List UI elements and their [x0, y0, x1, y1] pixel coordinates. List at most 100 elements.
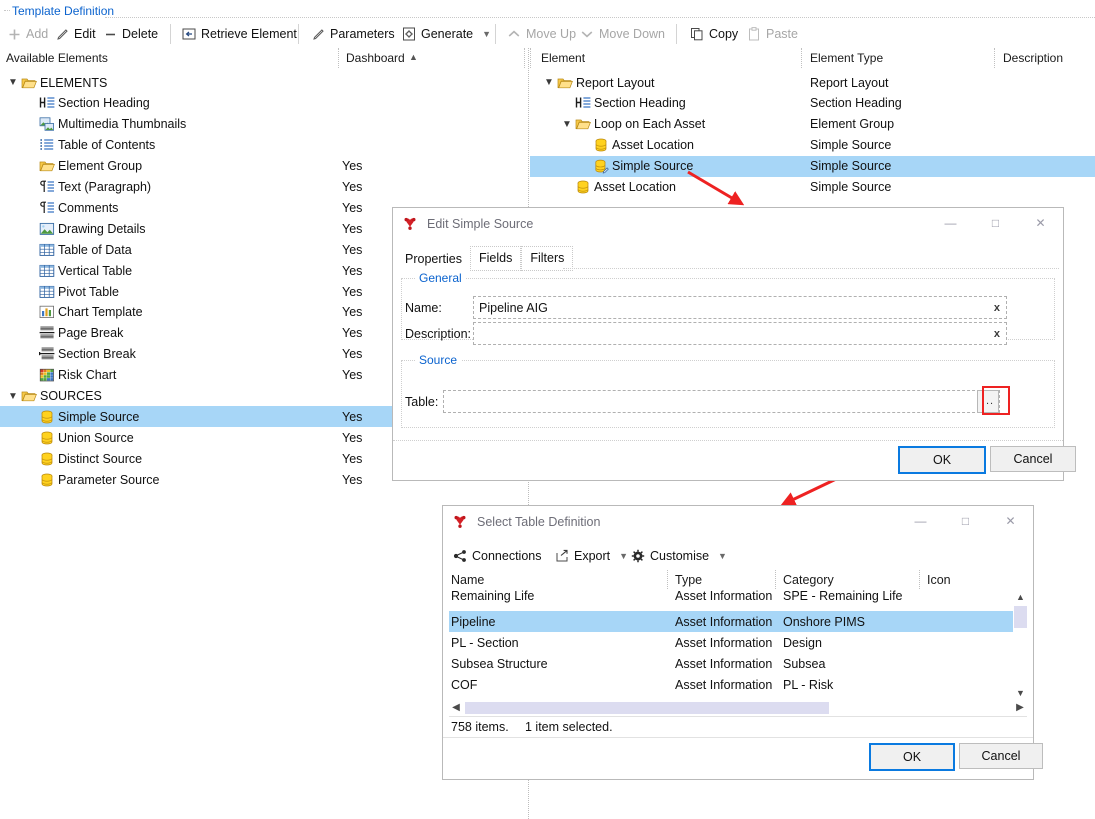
toolbar-parameters-button[interactable]: Parameters	[310, 22, 397, 46]
element-row[interactable]: ▼ Loop on Each Asset Element Group	[530, 114, 1095, 135]
list-item-selected[interactable]: Pipeline Asset Information Onshore PIMS	[449, 611, 1013, 632]
chevron-down-icon[interactable]: ▼	[6, 77, 20, 88]
toolbar-generate-button[interactable]: Generate ▼	[400, 22, 493, 46]
element-row-label: Asset Location	[594, 180, 676, 194]
select-dialog-titlebar[interactable]: Select Table Definition — □ ✕	[443, 506, 1033, 538]
right-col-header-description[interactable]: Description	[1003, 51, 1063, 65]
element-row[interactable]: ▼ Report Layout Report Layout	[530, 72, 1095, 93]
plus-icon	[8, 28, 21, 41]
heading-icon	[38, 95, 56, 111]
tree-row[interactable]: Element Group Yes	[0, 156, 524, 177]
toolbar-edit-button[interactable]: Edit	[54, 22, 98, 46]
chevron-down-icon[interactable]: ▼	[718, 551, 727, 561]
tree-row[interactable]: ▼ ELEMENTS	[0, 72, 524, 93]
table-field-label: Table:	[405, 395, 439, 409]
customise-button[interactable]: Customise ▼	[629, 544, 729, 568]
list-item[interactable]: PL - Section Asset Information Design	[449, 632, 1013, 653]
element-row-type: Simple Source	[810, 180, 892, 194]
scroll-left-icon[interactable]: ◀	[449, 702, 463, 713]
tab-fields[interactable]: Fields	[469, 246, 522, 271]
list-item-type: Asset Information	[675, 614, 773, 629]
select-dialog-ok-button[interactable]: OK	[869, 743, 955, 771]
element-row[interactable]: Asset Location Simple Source	[530, 135, 1095, 156]
export-button[interactable]: Export ▼	[553, 544, 630, 568]
left-col-header-dashboard[interactable]: Dashboard	[346, 51, 405, 65]
right-col-separator-0	[530, 48, 532, 68]
tree-row-label: Multimedia Thumbnails	[58, 117, 187, 132]
minimize-icon[interactable]: —	[928, 208, 973, 238]
element-row[interactable]: Section Heading Section Heading	[530, 93, 1095, 114]
element-row-type: Report Layout	[810, 75, 889, 90]
toolbar-add-button[interactable]: Add	[6, 22, 50, 46]
edit-dialog-cancel-button[interactable]: Cancel	[990, 446, 1076, 472]
maximize-icon[interactable]: □	[973, 208, 1018, 238]
app-logo-icon	[453, 514, 469, 530]
chevron-down-icon[interactable]: ▼	[560, 119, 574, 130]
name-field[interactable]: Pipeline AIG x	[473, 296, 1007, 319]
list-item[interactable]: Subsea Structure Asset Information Subsea	[449, 653, 1013, 674]
chevron-down-icon[interactable]: ▼	[6, 391, 20, 402]
chevron-down-icon	[580, 27, 594, 41]
tree-row[interactable]: Table of Contents	[0, 135, 524, 156]
maximize-icon[interactable]: □	[943, 506, 988, 536]
list-item-name: PL - Section	[451, 635, 519, 650]
horizontal-scroll-thumb[interactable]	[465, 701, 829, 714]
toolbar-paste-button[interactable]: Paste	[745, 22, 800, 46]
edit-dialog-tabs[interactable]: Properties Fields Filters	[397, 246, 574, 271]
list-item[interactable]: COF Asset Information PL - Risk	[449, 674, 1013, 695]
tree-row[interactable]: Text (Paragraph) Yes	[0, 177, 524, 198]
tree-row-dashboard-value: Yes	[342, 326, 363, 341]
gear-document-icon	[402, 27, 416, 41]
list-column-type[interactable]: Type	[675, 573, 702, 587]
toolbar-copy-button[interactable]: Copy	[688, 22, 740, 46]
tree-row-label: Chart Template	[58, 305, 143, 320]
edit-dialog-ok-button[interactable]: OK	[898, 446, 986, 474]
list-item[interactable]: Remaining Life Asset Information SPE - Rem…	[449, 587, 1013, 605]
toolbar-retrieve-element-button[interactable]: Retrieve Element	[180, 22, 299, 46]
edit-dialog-titlebar[interactable]: Edit Simple Source — □ ✕	[393, 208, 1063, 240]
list-horizontal-scrollbar[interactable]: ◀ ▶	[449, 700, 1027, 715]
element-row-label: Asset Location	[612, 138, 694, 153]
minimize-icon[interactable]: —	[898, 506, 943, 536]
chevron-down-icon[interactable]: ▼	[482, 29, 491, 39]
toolbar-move-up-button[interactable]: Move Up	[505, 22, 578, 46]
toolbar-delete-button[interactable]: Delete	[102, 22, 160, 46]
list-vertical-scrollbar[interactable]: ▲ ▼	[1013, 590, 1028, 700]
tree-row-label: Distinct Source	[58, 451, 143, 466]
left-col-header-name[interactable]: Available Elements	[6, 51, 108, 65]
list-item-category: SPE - Remaining Life	[783, 589, 903, 603]
edit-dialog-footer-divider	[393, 440, 1063, 441]
tree-row[interactable]: Section Heading	[0, 93, 524, 114]
close-icon[interactable]: ✕	[988, 506, 1033, 536]
connections-button[interactable]: Connections	[451, 544, 544, 568]
multimedia-icon	[38, 116, 56, 132]
database-icon	[38, 430, 56, 446]
right-col-header-element[interactable]: Element	[541, 51, 585, 65]
close-icon[interactable]: ✕	[1018, 208, 1063, 238]
scroll-down-icon[interactable]: ▼	[1016, 686, 1025, 700]
element-row[interactable]: Asset Location Simple Source	[530, 177, 1095, 198]
chevron-down-icon[interactable]: ▼	[619, 551, 628, 561]
scroll-right-icon[interactable]: ▶	[1013, 702, 1027, 713]
list-column-category[interactable]: Category	[783, 573, 834, 587]
tab-properties[interactable]: Properties	[397, 248, 470, 271]
table-browse-button[interactable]: ...	[977, 390, 999, 413]
tree-row[interactable]: Multimedia Thumbnails	[0, 114, 524, 135]
clear-name-icon[interactable]: x	[994, 302, 1000, 314]
select-dialog-cancel-button[interactable]: Cancel	[959, 743, 1043, 769]
description-field[interactable]: x	[473, 322, 1007, 345]
tree-row-label: Simple Source	[58, 409, 140, 424]
list-column-icon[interactable]: Icon	[927, 573, 951, 587]
right-col-header-element-type[interactable]: Element Type	[810, 51, 883, 65]
toolbar-move-down-button[interactable]: Move Down	[578, 22, 667, 46]
list-column-name[interactable]: Name	[451, 573, 484, 587]
clear-description-icon[interactable]: x	[994, 328, 1000, 340]
scroll-up-icon[interactable]: ▲	[1016, 590, 1025, 604]
paragraph-icon	[38, 179, 56, 195]
list-item-category: Subsea	[783, 656, 826, 671]
tree-row-dashboard-value: Yes	[342, 221, 363, 236]
table-field[interactable]	[443, 390, 1000, 413]
vertical-scroll-thumb[interactable]	[1014, 606, 1027, 628]
element-row-selected[interactable]: Simple Source Simple Source	[530, 155, 1095, 177]
chevron-down-icon[interactable]: ▼	[542, 77, 556, 88]
